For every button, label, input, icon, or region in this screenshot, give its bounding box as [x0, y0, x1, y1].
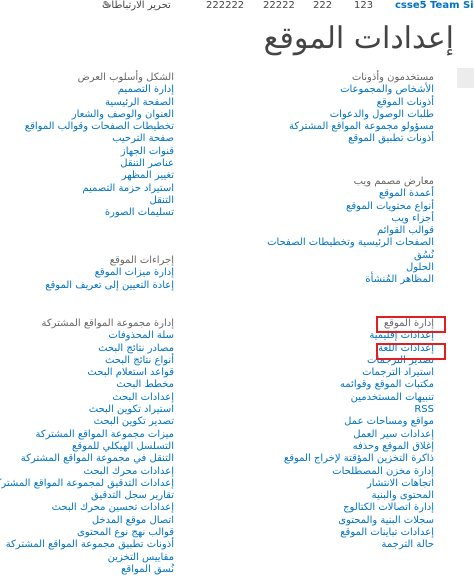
settings-link[interactable]: إعدادات اللغة [284, 343, 434, 355]
settings-link[interactable]: إعدادات سير العمل [284, 429, 434, 441]
scroll-region[interactable] [457, 68, 474, 88]
site-name-link[interactable]: csse5 Team Site [395, 0, 474, 12]
settings-link[interactable]: مخطط البحث [0, 379, 174, 391]
section-title: الشكل وأسلوب العرض [77, 72, 174, 83]
settings-link[interactable]: تخطيطات الصفحات وقوالب المواقع [25, 121, 174, 133]
settings-link[interactable]: قنوات الجهاز [25, 146, 174, 158]
settings-link[interactable]: قوالب نهج نوع المحتوى [0, 527, 174, 539]
section-look-and-feel: الشكل وأسلوب العرض إدارة التصميم الصفحة … [25, 72, 174, 220]
settings-link[interactable]: ميزات مجموعة المواقع المشتركة [0, 429, 174, 441]
pencil-icon: ✎ [102, 0, 112, 11]
settings-link[interactable]: مسؤولو مجموعة المواقع المشتركة [289, 121, 434, 133]
settings-link[interactable]: اتجاهات الانتشار [284, 478, 434, 490]
settings-link[interactable]: نُسق المواقع [0, 564, 174, 576]
settings-link[interactable]: مواقع ومساحات عمل [284, 416, 434, 428]
settings-link[interactable]: المظاهر المُنشأة [267, 274, 434, 286]
settings-link[interactable]: تصدير الترجمات [284, 355, 434, 367]
settings-link[interactable]: إعادة التعيين إلى تعريف الموقع [45, 280, 174, 292]
settings-link[interactable]: صفحة الترحيب [25, 133, 174, 145]
section-site-collection-administration: إدارة مجموعة المواقع المشتركة سلة المحذو… [0, 318, 174, 576]
top-nav-item[interactable]: 222222 [206, 0, 244, 12]
top-nav-item[interactable]: 123 [354, 0, 373, 12]
settings-link[interactable]: أنواع محتويات الموقع [267, 201, 434, 213]
settings-link[interactable]: أذونات تطبيق مجموعة المواقع المشتركة [0, 539, 174, 551]
settings-link[interactable]: أذونات الموقع [289, 97, 434, 109]
settings-link[interactable]: تسليمات الصورة [25, 207, 174, 219]
settings-link[interactable]: إعدادات تباينات الموقع [284, 527, 434, 539]
settings-link[interactable]: إغلاق الموقع وحذفه [284, 441, 434, 453]
section-title: إدارة الموقع [383, 318, 434, 329]
settings-link[interactable]: قواعد استعلام البحث [0, 367, 174, 379]
settings-link[interactable]: أجزاء ويب [267, 213, 434, 225]
settings-link[interactable]: إدارة ميزات الموقع [45, 267, 174, 279]
section-title: إدارة مجموعة المواقع المشتركة [41, 318, 174, 329]
edit-links-label: تحرير الارتباطات [102, 0, 171, 11]
settings-link[interactable]: عناصر التنقل [25, 158, 174, 170]
settings-link[interactable]: مقاييس التخزين [0, 552, 174, 564]
settings-link[interactable]: حالة الترجمة [284, 539, 435, 551]
settings-link[interactable]: التنقل في مجموعة المواقع المشتركة [0, 453, 174, 465]
settings-link[interactable]: قوالب القوائم [267, 225, 434, 237]
settings-link[interactable]: التسلسل الهيكلي للموقع [0, 441, 174, 453]
settings-link[interactable]: إعدادات محرك البحث [0, 466, 174, 478]
settings-link[interactable]: سلة المحذوفات [0, 330, 174, 342]
settings-link[interactable]: إدارة اتصالات الكتالوج [284, 502, 434, 514]
settings-link[interactable]: تصدير تكوين البحث [0, 416, 174, 428]
section-site-actions: إجراءات الموقع إدارة ميزات الموقع إعادة … [45, 255, 174, 292]
settings-link[interactable]: استيراد حزمة التصميم [25, 183, 174, 195]
settings-link[interactable]: سجلات البنية والمحتوى [284, 515, 434, 527]
section-users-permissions: مستخدمون وأذونات الأشخاص والمجموعات أذون… [289, 72, 434, 146]
settings-link[interactable]: إعدادات التدقيق لمجموعة المواقع المشتركة [0, 478, 174, 490]
settings-link[interactable]: اتصال موقع المدخل [0, 515, 174, 527]
settings-link[interactable]: نُسُق [267, 250, 434, 262]
settings-link[interactable]: العنوان والوصف والشعار [25, 109, 174, 121]
settings-link[interactable]: طلبات الوصول والدعوات [289, 109, 434, 121]
settings-link[interactable]: أعمدة الموقع [267, 188, 434, 200]
settings-link[interactable]: مصادر نتائج البحث [0, 343, 174, 355]
top-nav-item[interactable]: 22222 [263, 0, 295, 12]
section-title: إجراءات الموقع [109, 255, 174, 266]
settings-link[interactable]: أذونات تطبيق الموقع [289, 133, 434, 145]
section-web-designer-galleries: معارض مصمم ويب أعمدة الموقع أنواع محتويا… [267, 176, 434, 287]
settings-link[interactable]: إعدادات تحسين محرك البحث [0, 502, 174, 514]
settings-link[interactable]: إعدادات إقليمية [284, 330, 434, 342]
settings-link[interactable]: مكتبات الموقع وقوائمه [284, 379, 434, 391]
settings-link[interactable]: الصفحات الرئيسية وتخطيطات الصفحات [267, 237, 434, 249]
settings-link[interactable]: RSS [284, 404, 434, 416]
settings-link[interactable]: التنقل [25, 195, 175, 207]
settings-link[interactable]: تغيير المظهر [25, 170, 174, 182]
settings-link[interactable]: ذاكرة التخزين المؤقتة لإخراج الموقع [284, 453, 434, 465]
top-nav-item[interactable]: 222 [313, 0, 332, 12]
settings-link[interactable]: تنبيهات المستخدمين [284, 392, 434, 404]
section-site-administration: إدارة الموقع إعدادات إقليمية إعدادات الل… [284, 318, 434, 552]
settings-link[interactable]: المحتوى والبنية [284, 490, 434, 502]
settings-link[interactable]: استيراد تكوين البحث [0, 404, 174, 416]
settings-link[interactable]: تقارير سجل التدقيق [0, 490, 174, 502]
top-bar: تحرير الارتباطات ✎ 222222 22222 222 123 … [0, 0, 474, 12]
settings-link[interactable]: إدارة مخزن المصطلحات [284, 466, 434, 478]
page-title: إعدادات الموقع [263, 21, 454, 56]
settings-link[interactable]: إعدادات البحث [0, 392, 174, 404]
section-title: مستخدمون وأذونات [351, 72, 434, 83]
settings-link[interactable]: استيراد الترجمات [284, 367, 434, 379]
settings-link[interactable]: إدارة التصميم [25, 84, 174, 96]
settings-link[interactable]: الصفحة الرئيسية [25, 97, 174, 109]
section-title: معارض مصمم ويب [353, 176, 434, 187]
settings-link[interactable]: أنواع نتائج البحث [0, 355, 174, 367]
settings-link[interactable]: الأشخاص والمجموعات [289, 84, 434, 96]
settings-link[interactable]: الحلول [267, 262, 434, 274]
